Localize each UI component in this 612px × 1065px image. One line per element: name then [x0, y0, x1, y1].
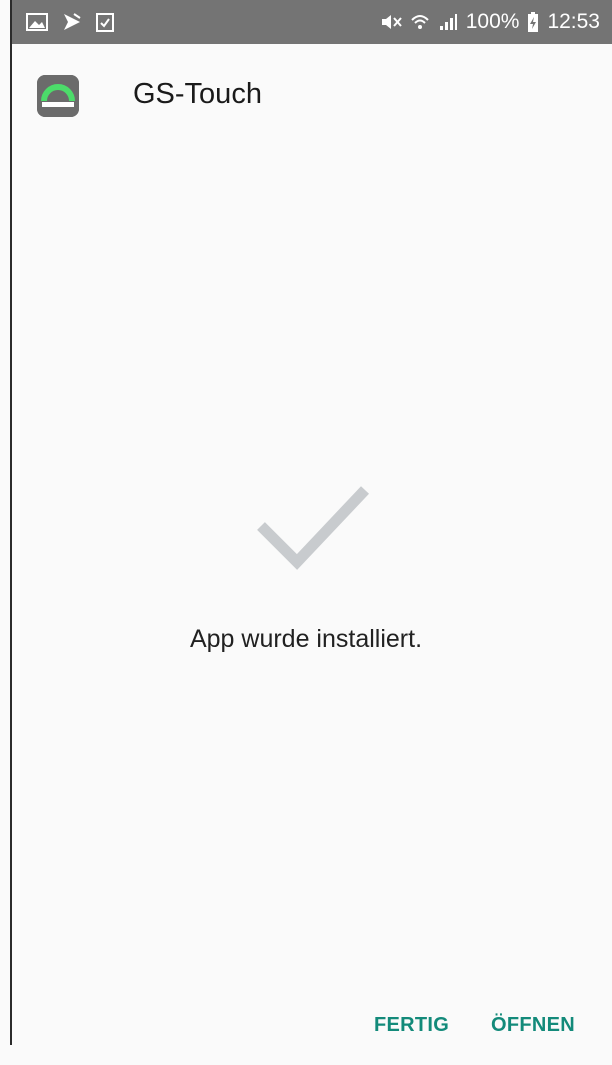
gs-touch-app-icon: [37, 75, 79, 117]
gallery-icon: [26, 13, 48, 31]
clock: 12:53: [547, 10, 600, 33]
mute-icon: [380, 12, 402, 32]
install-complete-screen: 100% 12:53 GS-Touch App wurde installier…: [0, 0, 612, 1065]
signal-icon: [438, 12, 458, 32]
checkmark-icon: [257, 486, 369, 570]
done-button[interactable]: FERTIG: [368, 1010, 455, 1041]
app-name: GS-Touch: [133, 78, 262, 110]
system-status: 100% 12:53: [380, 0, 600, 44]
wifi-icon: [410, 12, 430, 32]
open-button[interactable]: ÖFFNEN: [485, 1010, 581, 1041]
battery-charging-icon: [527, 11, 539, 33]
checklist-icon: [96, 12, 114, 32]
play-store-icon: [62, 12, 82, 32]
status-bar: 100% 12:53: [12, 0, 612, 44]
battery-level: 100%: [465, 10, 520, 33]
app-header: [37, 75, 79, 117]
screen-edge: [10, 0, 12, 1045]
install-status-message: App wurde installiert.: [189, 625, 423, 653]
notification-icons: [26, 0, 114, 44]
